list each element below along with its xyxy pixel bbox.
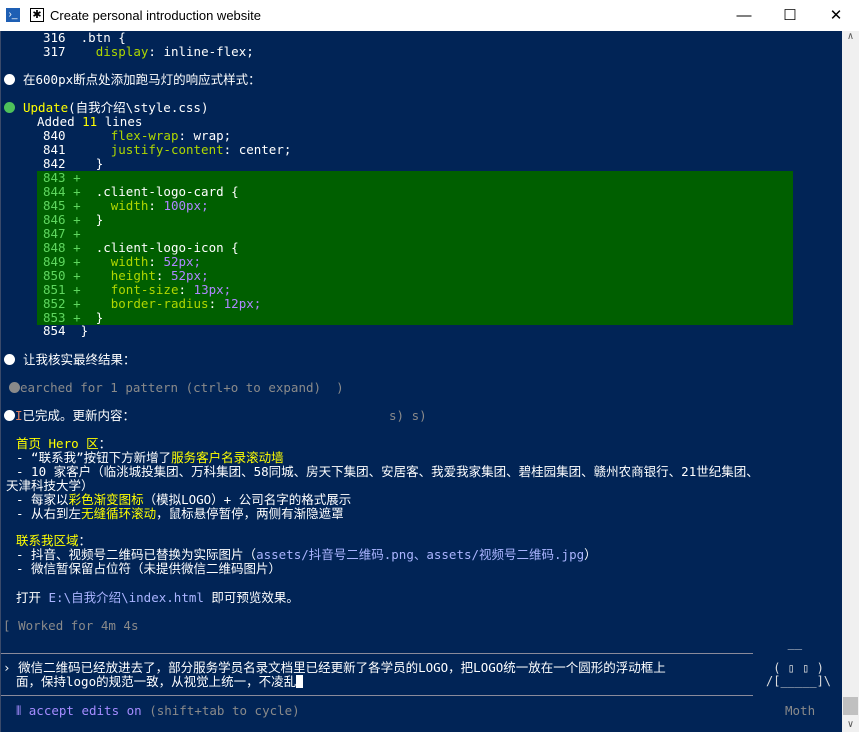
code-line: 842 }	[43, 156, 104, 171]
diff-line: 844 + .client-logo-card {	[43, 184, 239, 199]
summary-line: - 抖音、视频号二维码已替换为实际图片（assets/抖音号二维码.png、as…	[16, 547, 597, 562]
code-text: }	[95, 212, 104, 227]
css-property: font-size	[110, 282, 179, 297]
status-dot-icon	[9, 382, 20, 393]
section-title: 首页 Hero 区：	[16, 436, 112, 451]
css-value: 13px;	[193, 282, 232, 297]
line-number: 846	[43, 212, 66, 227]
diff-line: 852 + border-radius: 12px;	[43, 296, 262, 311]
bullet-icon	[4, 74, 15, 85]
css-value: 100px;	[163, 198, 209, 213]
scroll-down-icon[interactable]: ∨	[842, 719, 859, 730]
diff-line: 848 + .client-logo-icon {	[43, 240, 239, 255]
diff-line: 851 + font-size: 13px;	[43, 282, 232, 297]
prompt-input-line2[interactable]: 面，保持logo的规范一致，从视觉上统一，不凌乱	[16, 675, 304, 689]
summary-line: - “联系我”按钮下方新增了服务客户名录滚动墙	[16, 450, 284, 465]
close-button[interactable]: ✕	[813, 0, 859, 31]
app-icon: ✱	[30, 8, 44, 22]
title-bar: ›_ ✱ Create personal introduction websit…	[0, 0, 859, 31]
diff-line: 850 + height: 52px;	[43, 268, 209, 283]
diff-line: 849 + width: 52px;	[43, 254, 202, 269]
assistant-message: I已完成。更新内容： s) s)	[4, 409, 427, 423]
line-number: 849	[43, 254, 66, 269]
code-text: }	[95, 310, 104, 325]
maximize-button[interactable]: ☐	[767, 0, 813, 31]
line-number: 850	[43, 268, 66, 283]
cursor	[296, 675, 304, 688]
css-property: border-radius	[110, 296, 209, 311]
summary-line: - 微信暂保留占位符（未提供微信二维码图片）	[16, 561, 282, 576]
code-text: .client-logo-icon {	[95, 240, 239, 255]
line-number: 843	[43, 170, 66, 185]
divider	[1, 695, 753, 696]
css-value: 52px;	[170, 268, 209, 283]
section-title: 联系我区域：	[16, 533, 92, 548]
css-value: 52px;	[163, 254, 202, 269]
css-property: width	[110, 254, 149, 269]
diff-line: 845 + width: 100px;	[43, 198, 209, 213]
added-lines: Added 11 lines	[37, 114, 143, 129]
line-number: 845	[43, 198, 66, 213]
code-line: 840 flex-wrap: wrap;	[43, 128, 232, 143]
assistant-message: 让我核实最终结果：	[4, 353, 136, 367]
css-value: 12px;	[223, 296, 262, 311]
status-dot-icon	[4, 102, 15, 113]
worked-time: [ Worked for 4m 4s	[3, 618, 139, 633]
code-line: 841 justify-content: center;	[43, 142, 292, 157]
diff-line: 843 +	[43, 170, 96, 185]
code-line: 316 .btn {	[43, 30, 126, 45]
line-number: 847	[43, 226, 66, 241]
scrollbar-thumb[interactable]	[843, 697, 858, 715]
bullet-icon	[4, 410, 15, 421]
mascot-icon: ‾‾ ( ▯ ▯ ) /[_____]\	[766, 648, 832, 688]
summary-line: - 从右到左无缝循环滚动，鼠标悬停暂停，两侧有渐隐遮罩	[16, 506, 344, 521]
diff-line: 853 + }	[43, 310, 104, 325]
css-property: height	[110, 268, 156, 283]
prompt-input[interactable]: › 微信二维码已经放进去了，部分服务学员名录文档里已经更新了各学员的LOGO，把…	[3, 661, 666, 675]
window-title: Create personal introduction website	[50, 8, 262, 23]
summary-line: 天津科技大学）	[6, 478, 94, 493]
code-text: .client-logo-card {	[95, 184, 239, 199]
tool-update: Update(自我介绍\style.css)	[4, 101, 208, 115]
summary-line: - 10 家客户（临洮城投集团、万科集团、58同城、房天下集团、安居客、我爱我家…	[16, 464, 759, 479]
mode-status[interactable]: ⫴ accept edits on (shift+tab to cycle)	[16, 704, 300, 718]
css-property: width	[110, 198, 149, 213]
summary-line: - 每家以彩色渐变图标（模拟LOGO）+ 公司名字的格式展示	[16, 492, 352, 507]
code-line: 854 }	[43, 323, 89, 338]
scrollbar[interactable]: ∧ ∨	[842, 31, 859, 732]
line-number: 844	[43, 184, 66, 199]
line-number: 853	[43, 310, 66, 325]
assistant-message: 在600px断点处添加跑马灯的响应式样式：	[4, 73, 261, 87]
minimize-button[interactable]: —	[721, 0, 767, 31]
search-result[interactable]: earched for 1 pattern (ctrl+o to expand)…	[9, 381, 344, 395]
line-number: 851	[43, 282, 66, 297]
divider	[1, 653, 753, 654]
code-line: 317 display: inline-flex;	[43, 44, 254, 59]
diff-line: 846 + }	[43, 212, 104, 227]
line-number: 848	[43, 240, 66, 255]
scroll-up-icon[interactable]: ∧	[842, 31, 859, 42]
terminal[interactable]: 316 .btn { 317 display: inline-flex; 在60…	[0, 31, 843, 732]
agent-name: Moth	[785, 703, 816, 718]
line-number: 852	[43, 296, 66, 311]
summary-line: 打开 E:\自我介绍\index.html 即可预览效果。	[16, 590, 299, 605]
bullet-icon	[4, 354, 15, 365]
diff-line: 847 +	[43, 226, 96, 241]
powershell-icon: ›_	[6, 8, 20, 22]
